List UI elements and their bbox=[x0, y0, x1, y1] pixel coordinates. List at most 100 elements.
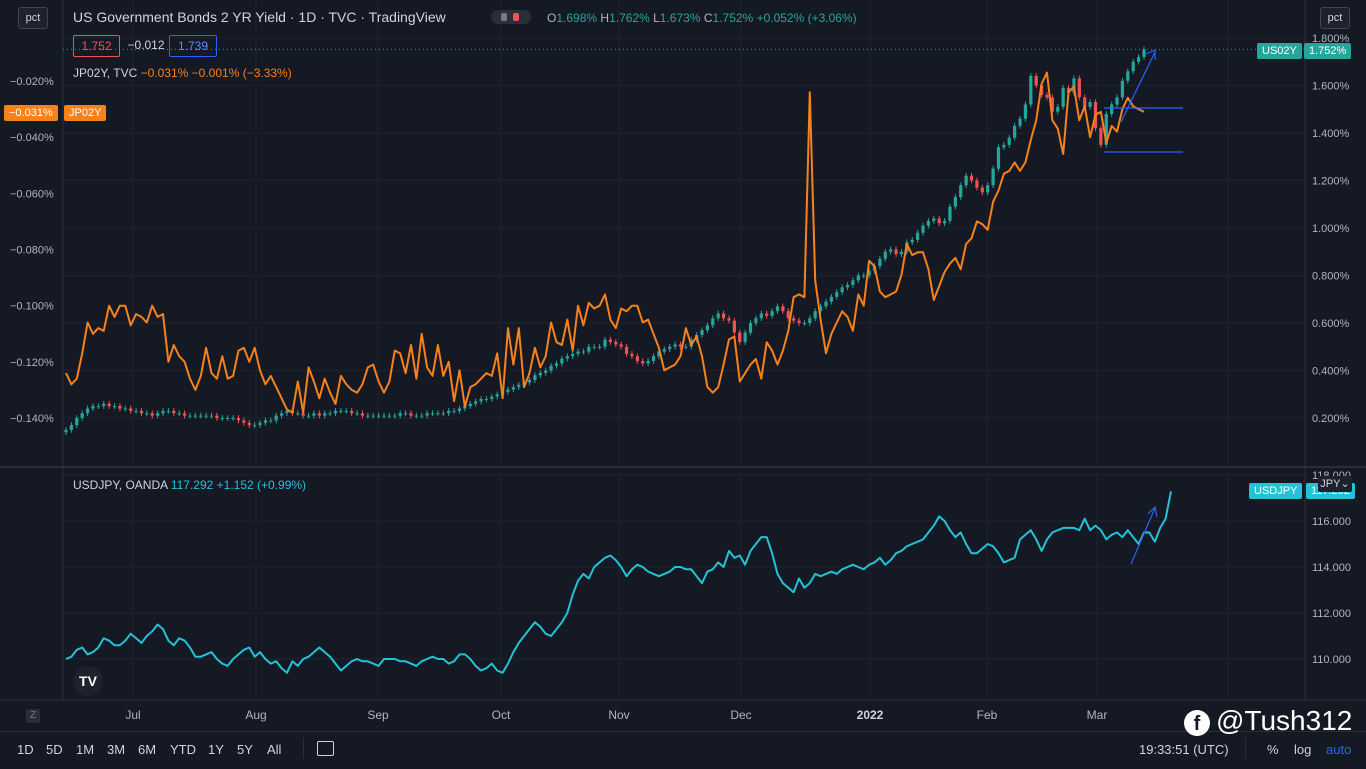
us02y-candle bbox=[840, 287, 844, 293]
us02y-candle bbox=[932, 218, 936, 221]
us02y-candle bbox=[1110, 104, 1114, 114]
toolbar-divider-right bbox=[1245, 738, 1246, 758]
us02y-candle bbox=[792, 318, 796, 321]
us02y-candle bbox=[350, 410, 354, 414]
close-label: C bbox=[703, 11, 713, 25]
us02y-candle bbox=[1099, 128, 1103, 145]
jp02y-y-tick: −0.120% bbox=[10, 357, 54, 369]
us02y-candle bbox=[1077, 78, 1081, 98]
us02y-candle bbox=[199, 415, 203, 417]
us02y-candle bbox=[425, 413, 429, 416]
us02y-candle bbox=[975, 180, 979, 188]
us02y-candle bbox=[614, 342, 618, 345]
x-tick-label: Nov bbox=[608, 708, 629, 722]
us02y-candle bbox=[231, 418, 235, 419]
us02y-candle bbox=[835, 292, 839, 297]
us02y-y-tick: 1.200% bbox=[1312, 176, 1350, 188]
timeframe-1m[interactable]: 1M bbox=[76, 742, 94, 757]
jp02y-legend[interactable]: JP02Y, TVC −0.031% −0.001% (−3.33%) bbox=[73, 66, 292, 80]
us02y-candle bbox=[1142, 49, 1146, 57]
us02y-candle bbox=[533, 375, 537, 380]
us02y-candle bbox=[651, 356, 656, 361]
us02y-symbol-tag: US02Y bbox=[1257, 43, 1302, 59]
us02y-candle bbox=[538, 372, 542, 376]
currency-dropdown[interactable]: JPY⌄ bbox=[1318, 476, 1352, 492]
timeframe-all[interactable]: All bbox=[267, 742, 281, 757]
us02y-candle bbox=[323, 413, 327, 416]
timeframe-1d[interactable]: 1D bbox=[17, 742, 34, 757]
sell-price-box[interactable]: 1.752 bbox=[73, 35, 120, 57]
us02y-candle bbox=[765, 313, 769, 316]
high-label: H bbox=[600, 11, 610, 25]
low-label: L bbox=[653, 11, 660, 25]
us02y-candle bbox=[1088, 102, 1092, 107]
timeframe-1y[interactable]: 1Y bbox=[208, 742, 224, 757]
us02y-candle bbox=[738, 332, 742, 342]
jp02y-y-tick: −0.040% bbox=[10, 132, 54, 144]
us02y-candle bbox=[366, 415, 370, 417]
us02y-candle bbox=[312, 413, 316, 416]
us02y-candle bbox=[64, 429, 68, 433]
tradingview-logo-icon[interactable]: TV bbox=[73, 666, 103, 696]
us02y-candle bbox=[851, 280, 855, 285]
us02y-candle bbox=[452, 410, 456, 412]
usdjpy-legend[interactable]: USDJPY, OANDA 117.292 +1.152 (+0.99%) bbox=[73, 478, 306, 492]
us02y-candle bbox=[85, 408, 90, 414]
timeframe-6m[interactable]: 6M bbox=[138, 742, 156, 757]
us02y-candle bbox=[910, 239, 914, 243]
us02y-candle bbox=[662, 349, 666, 352]
us02y-candle bbox=[587, 346, 591, 352]
jp02y-y-tick: −0.060% bbox=[10, 188, 54, 200]
visibility-toggle[interactable] bbox=[491, 10, 531, 24]
auto-scale-toggle[interactable]: auto bbox=[1326, 742, 1351, 757]
percent-scale-toggle[interactable]: % bbox=[1267, 742, 1279, 757]
x-tick-label: Jul bbox=[125, 708, 140, 722]
us02y-candle bbox=[242, 420, 246, 423]
us02y-candle bbox=[226, 418, 230, 419]
us02y-candle bbox=[608, 339, 613, 342]
us02y-candle bbox=[517, 384, 521, 388]
us02y-candle bbox=[1115, 97, 1119, 105]
us02y-candle bbox=[317, 413, 321, 416]
x-tick-label: Sep bbox=[367, 708, 389, 722]
us02y-candle bbox=[279, 413, 284, 416]
timeframe-ytd[interactable]: YTD bbox=[170, 742, 196, 757]
us02y-candle bbox=[414, 415, 418, 417]
chart-canvas[interactable]: Jul Aug Sep Oct Nov Dec 2022 Feb Mar 0.200% 0.400%… bbox=[0, 0, 1366, 768]
clock-time[interactable]: 19:33:51 (UTC) bbox=[1139, 742, 1229, 757]
us02y-candle bbox=[1023, 104, 1028, 119]
watermark-handle: @Tush312 bbox=[1216, 705, 1353, 736]
us02y-candle bbox=[80, 413, 84, 418]
us02y-candle bbox=[296, 413, 300, 415]
left-scale-pct-button[interactable]: pct bbox=[18, 7, 48, 29]
timeframe-5d[interactable]: 5D bbox=[46, 742, 63, 757]
us02y-candle bbox=[953, 197, 957, 207]
right-scale-pct-button[interactable]: pct bbox=[1320, 7, 1350, 29]
zoom-reset-icon[interactable]: Z bbox=[26, 709, 40, 723]
usdjpy-y-tick: 114.000 bbox=[1312, 562, 1351, 574]
buy-price-box[interactable]: 1.739 bbox=[169, 35, 217, 57]
us02y-candle bbox=[635, 356, 639, 361]
us02y-candle bbox=[991, 168, 995, 186]
us02y-candle bbox=[856, 275, 860, 281]
us02y-candle bbox=[495, 394, 499, 397]
us02y-candle bbox=[430, 413, 435, 415]
us02y-candle bbox=[204, 415, 208, 417]
us02y-candle bbox=[447, 410, 451, 414]
us02y-candle bbox=[824, 301, 828, 307]
log-scale-toggle[interactable]: log bbox=[1294, 742, 1311, 757]
us02y-candle bbox=[554, 363, 559, 366]
date-range-icon[interactable] bbox=[317, 741, 334, 756]
us02y-candle bbox=[748, 323, 753, 333]
timeframe-3m[interactable]: 3M bbox=[107, 742, 125, 757]
us02y-candle bbox=[544, 370, 548, 373]
us02y-candle bbox=[69, 425, 74, 430]
timeframe-5y[interactable]: 5Y bbox=[237, 742, 253, 757]
us02y-candle bbox=[619, 344, 623, 347]
grid-lines bbox=[0, 0, 1366, 730]
us02y-candle bbox=[441, 413, 445, 415]
us02y-candle bbox=[382, 415, 386, 417]
usdjpy-legend-name: USDJPY, OANDA bbox=[73, 478, 168, 492]
us02y-y-tick: 1.000% bbox=[1312, 223, 1350, 235]
us02y-candle bbox=[274, 415, 278, 421]
